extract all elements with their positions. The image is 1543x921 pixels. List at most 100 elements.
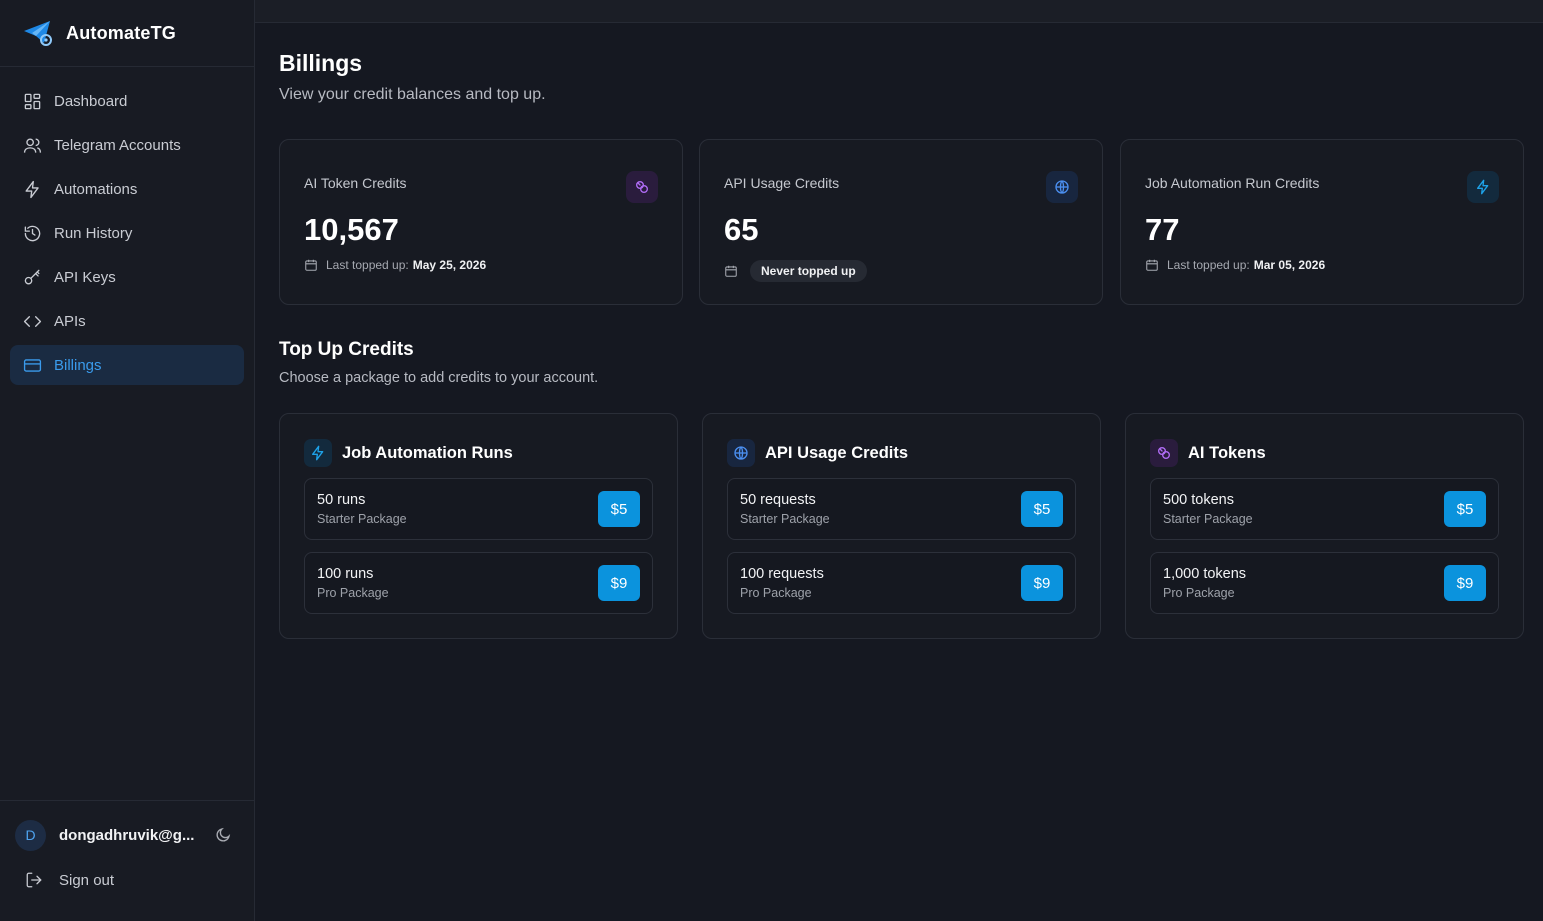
history-icon	[24, 225, 41, 241]
sidebar-item-run-history[interactable]: Run History	[10, 213, 244, 253]
sidebar-item-billings[interactable]: Billings	[10, 345, 244, 385]
package-card-job-runs: Job Automation Runs 50 runs Starter Pack…	[279, 413, 678, 639]
option-tier: Pro Package	[317, 586, 389, 600]
sidebar: AutomateTG Dashboard Telegram Accounts A…	[0, 0, 255, 921]
stat-meta-value: May 25, 2026	[412, 258, 487, 272]
sign-out-button[interactable]: Sign out	[25, 871, 114, 889]
option-name: 100 requests	[740, 566, 824, 582]
sign-out-label: Sign out	[59, 871, 115, 889]
sidebar-item-apis[interactable]: APIs	[10, 301, 244, 341]
buy-button[interactable]: $5	[598, 491, 640, 527]
avatar: D	[15, 819, 46, 851]
buy-button[interactable]: $9	[1444, 565, 1486, 601]
sidebar-item-label: Billings	[54, 356, 102, 374]
option-tier: Starter Package	[1163, 512, 1253, 526]
theme-toggle-icon[interactable]	[214, 826, 232, 844]
package-card-ai-tokens: AI Tokens 500 tokens Starter Package $5 …	[1125, 413, 1524, 639]
sidebar-item-label: API Keys	[54, 268, 116, 286]
topup-subtitle: Choose a package to add credits to your …	[279, 370, 599, 386]
sidebar-item-label: APIs	[54, 312, 86, 330]
sidebar-item-telegram-accounts[interactable]: Telegram Accounts	[10, 125, 244, 165]
buy-button[interactable]: $9	[1021, 565, 1063, 601]
stat-meta: Last topped up: May 25, 2026	[304, 258, 486, 272]
buy-button[interactable]: $9	[598, 565, 640, 601]
sidebar-nav: Dashboard Telegram Accounts Automations …	[0, 67, 254, 385]
package-header: API Usage Credits	[727, 439, 908, 467]
never-topped-up-badge: Never topped up	[750, 260, 867, 282]
code-icon	[23, 315, 42, 327]
brand[interactable]: AutomateTG	[0, 0, 254, 67]
stat-value: 10,567	[304, 212, 399, 247]
option-tier: Pro Package	[740, 586, 812, 600]
package-title: AI Tokens	[1188, 443, 1266, 462]
option-tier: Starter Package	[317, 512, 407, 526]
package-option: 100 runs Pro Package $9	[304, 552, 653, 614]
page-title: Billings	[279, 50, 363, 76]
stat-meta-value: Mar 05, 2026	[1253, 258, 1326, 272]
sidebar-item-label: Automations	[54, 180, 138, 198]
sidebar-item-api-keys[interactable]: API Keys	[10, 257, 244, 297]
buy-button[interactable]: $5	[1444, 491, 1486, 527]
credit-card-icon	[23, 358, 42, 372]
stat-meta: Never topped up	[724, 260, 867, 282]
zap-icon	[25, 180, 39, 198]
logo-icon	[24, 21, 52, 46]
stat-card-ai-tokens: AI Token Credits 10,567 Last topped up: M…	[279, 139, 683, 305]
ai-icon	[636, 181, 648, 193]
sidebar-item-dashboard[interactable]: Dashboard	[10, 81, 244, 121]
stat-icon-badge	[1467, 171, 1499, 203]
option-name: 500 tokens	[1163, 492, 1234, 508]
stat-card-job-runs: Job Automation Run Credits 77 Last toppe…	[1120, 139, 1524, 305]
package-title: Job Automation Runs	[342, 443, 513, 462]
option-name: 50 runs	[317, 492, 366, 508]
sidebar-footer: D dongadhruvik@g... Sign out	[0, 800, 254, 921]
zap-icon	[312, 445, 324, 461]
stat-meta-label: Last topped up:	[326, 258, 409, 272]
stat-value: 77	[1145, 212, 1180, 247]
key-icon	[24, 269, 40, 285]
option-tier: Starter Package	[740, 512, 830, 526]
package-header: Job Automation Runs	[304, 439, 513, 467]
user-profile[interactable]: D dongadhruvik@g...	[15, 819, 240, 851]
package-header: AI Tokens	[1150, 439, 1266, 467]
package-icon-badge	[1150, 439, 1178, 467]
stat-icon-badge	[1046, 171, 1078, 203]
topup-title: Top Up Credits	[279, 339, 414, 360]
user-email: dongadhruvik@g...	[59, 826, 195, 844]
sidebar-item-automations[interactable]: Automations	[10, 169, 244, 209]
stat-label: Job Automation Run Credits	[1145, 175, 1320, 191]
globe-icon	[734, 446, 748, 460]
package-title: API Usage Credits	[765, 443, 909, 462]
stat-meta-label: Last topped up:	[1167, 258, 1250, 272]
stat-meta: Last topped up: Mar 05, 2026	[1145, 258, 1325, 272]
globe-icon	[1055, 180, 1069, 194]
option-name: 100 runs	[317, 566, 374, 582]
app-name: AutomateTG	[66, 22, 176, 43]
sidebar-item-label: Telegram Accounts	[54, 136, 181, 154]
package-option: 50 requests Starter Package $5	[727, 478, 1076, 540]
package-option: 50 runs Starter Package $5	[304, 478, 653, 540]
calendar-icon	[725, 265, 737, 277]
sidebar-item-label: Run History	[54, 224, 133, 242]
page-subtitle: View your credit balances and top up.	[279, 86, 546, 103]
package-icon-badge	[304, 439, 332, 467]
users-icon	[23, 137, 42, 153]
option-tier: Pro Package	[1163, 586, 1235, 600]
package-icon-badge	[727, 439, 755, 467]
stat-value: 65	[724, 212, 759, 247]
top-bar	[255, 0, 1543, 23]
stat-icon-badge	[626, 171, 658, 203]
package-option: 100 requests Pro Package $9	[727, 552, 1076, 614]
ai-icon	[1158, 447, 1170, 459]
sidebar-item-label: Dashboard	[54, 92, 128, 110]
option-name: 1,000 tokens	[1163, 566, 1247, 582]
stat-label: API Usage Credits	[724, 175, 840, 191]
stat-label: AI Token Credits	[304, 175, 407, 191]
dashboard-icon	[24, 93, 41, 109]
zap-icon	[1477, 179, 1489, 195]
stat-card-api-usage: API Usage Credits 65 Never topped up	[699, 139, 1103, 305]
option-name: 50 requests	[740, 492, 816, 508]
package-card-api-usage: API Usage Credits 50 requests Starter Pa…	[702, 413, 1101, 639]
buy-button[interactable]: $5	[1021, 491, 1063, 527]
sign-out-icon	[26, 872, 42, 888]
